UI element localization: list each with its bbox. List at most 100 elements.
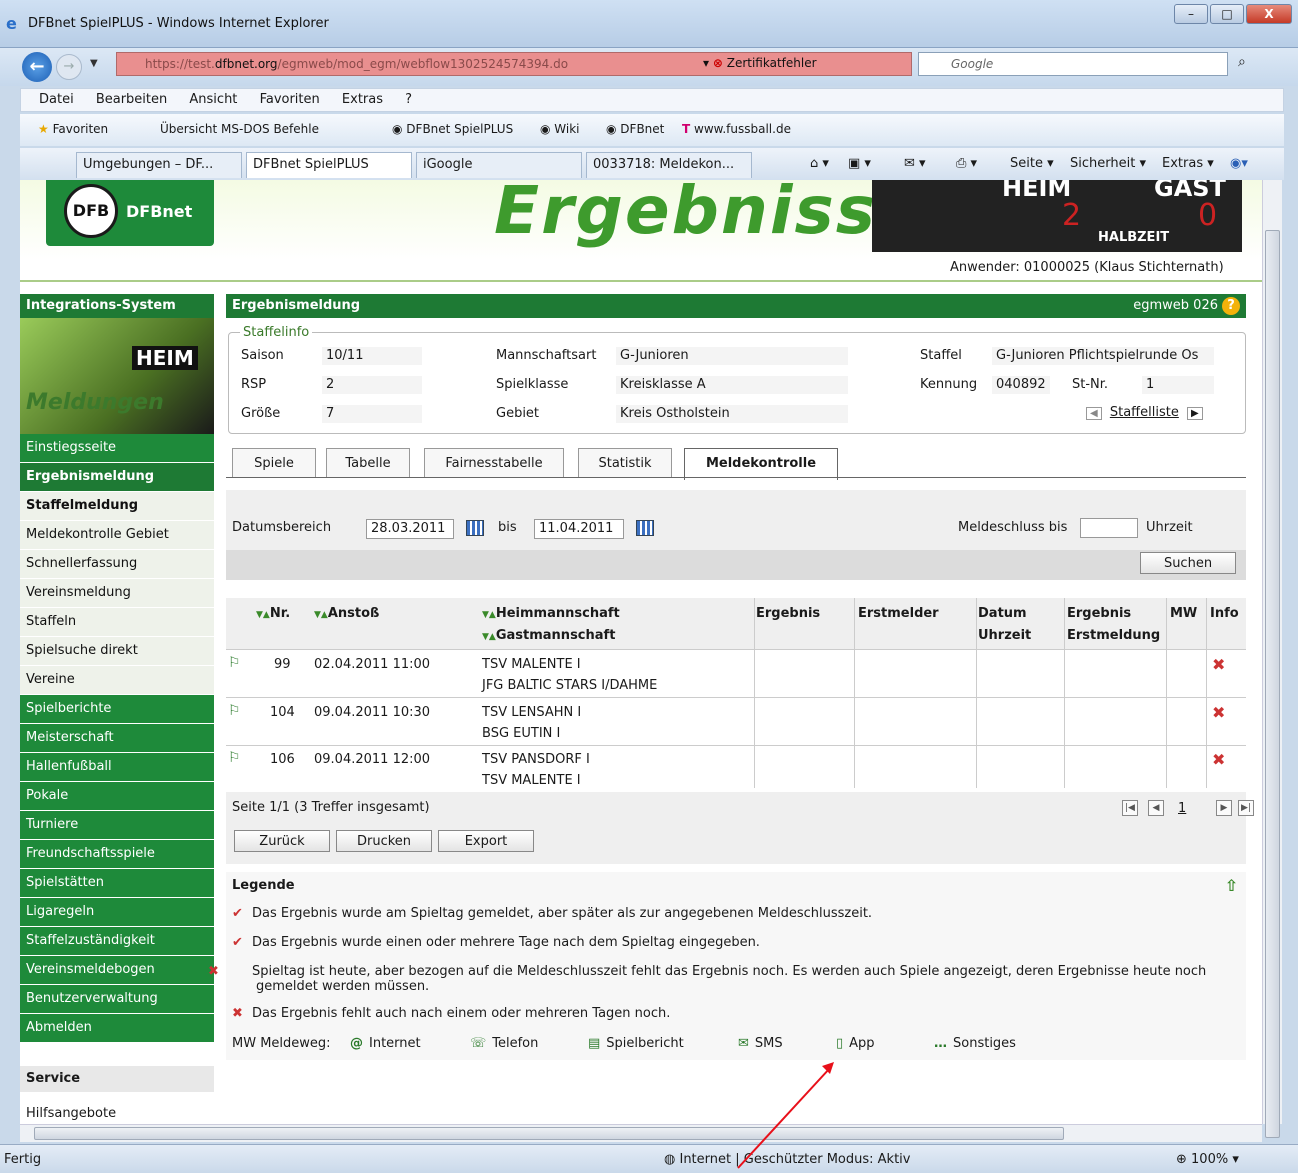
tab-meldekontrolle[interactable]: Meldekontrolle (684, 448, 838, 480)
dfbnet-logo[interactable]: DFB DFBnet (46, 180, 214, 246)
fav-dfbnet[interactable]: ◉ DFBnet (606, 122, 664, 136)
sidebar-item-spielstätten[interactable]: Spielstätten (20, 869, 214, 898)
sidebar-item-vereinsmeldebogen[interactable]: Vereinsmeldebogen (20, 956, 214, 985)
sidebar-item-turniere[interactable]: Turniere (20, 811, 214, 840)
sidebar-item-staffelzuständigkeit[interactable]: Staffelzuständigkeit (20, 927, 214, 956)
forward-arrow-icon[interactable]: → (56, 54, 82, 80)
extras-menu[interactable]: Extras ▾ (1162, 156, 1214, 171)
sidebar-item-schnellerfassung[interactable]: Schnellerfassung (20, 550, 214, 579)
page-number-link[interactable]: 1 (1178, 801, 1186, 816)
tab-tabelle[interactable]: Tabelle (326, 448, 410, 478)
sidebar-item-staffelmeldung[interactable]: Staffelmeldung (20, 492, 214, 521)
sidebar-item-freundschaftsspiele[interactable]: Freundschaftsspiele (20, 840, 214, 869)
sidebar-item-hilfsangebote[interactable]: Hilfsangebote (26, 1106, 116, 1121)
sidebar-item-meldekontrolle-gebiet[interactable]: Meldekontrolle Gebiet (20, 521, 214, 550)
tab-fairnesstabelle[interactable]: Fairnesstabelle (424, 448, 564, 478)
date-to-input[interactable]: 11.04.2011 (534, 519, 624, 539)
sidebar-item-vereinsmeldung[interactable]: Vereinsmeldung (20, 579, 214, 608)
fav-fussball[interactable]: T www.fussball.de (682, 122, 791, 136)
browser-tab-spielplus[interactable]: DFBnet SpielPLUS (246, 152, 412, 178)
table-row[interactable]: ⚐ 99 02.04.2011 11:00 TSV MALENTE I JFG … (226, 651, 1246, 698)
maximize-button[interactable]: □ (1210, 4, 1244, 24)
url-text[interactable]: https://test.dfbnet.org/egmweb/mod_egm/w… (145, 57, 568, 71)
vertical-scrollbar[interactable] (1262, 180, 1282, 1138)
fav-msdos[interactable]: Übersicht MS-DOS Befehle (160, 122, 319, 136)
search-icon[interactable]: ⌕ (1238, 54, 1246, 70)
feeds-icon[interactable]: ▣ ▾ (848, 156, 871, 171)
address-bar[interactable]: https://test.dfbnet.org/egmweb/mod_egm/w… (116, 52, 912, 76)
sidebar-item-staffeln[interactable]: Staffeln (20, 608, 214, 637)
menu-extras[interactable]: Extras (342, 92, 383, 107)
prev-page-icon[interactable]: ◀ (1148, 800, 1164, 816)
col-heim[interactable]: ▼▲Heimmannschaft (482, 606, 620, 621)
staffelliste-link[interactable]: Staffelliste (1110, 405, 1179, 420)
history-dropdown-icon[interactable]: ▼ (90, 58, 98, 69)
sidebar-item-vereine[interactable]: Vereine (20, 666, 214, 695)
spielbericht-icon[interactable]: ⚐ (228, 703, 241, 719)
next-page-icon[interactable]: ▶ (1216, 800, 1232, 816)
sidebar-item-pokale[interactable]: Pokale (20, 782, 214, 811)
sidebar-item-ligaregeln[interactable]: Ligaregeln (20, 898, 214, 927)
horizontal-scrollbar[interactable] (20, 1124, 1262, 1142)
meldeweg-spielbericht: ▤ Spielbericht (588, 1036, 684, 1051)
menu-bearbeiten[interactable]: Bearbeiten (96, 92, 167, 107)
last-page-icon[interactable]: ▶| (1238, 800, 1254, 816)
favorites-button[interactable]: ★ Favoriten (38, 122, 108, 136)
sidebar-item-abmelden[interactable]: Abmelden (20, 1014, 214, 1043)
calendar-from-icon[interactable] (466, 520, 484, 536)
next-staffel-icon[interactable]: ▶ (1186, 407, 1203, 420)
vertical-scroll-thumb[interactable] (1265, 230, 1280, 1138)
col-anstoss[interactable]: ▼▲Anstoß (314, 606, 379, 621)
menu-favoriten[interactable]: Favoriten (260, 92, 320, 107)
sidebar-item-ergebnismeldung[interactable]: Ergebnismeldung (20, 463, 214, 492)
drucken-button[interactable]: Drucken (336, 830, 432, 852)
browser-tab-igoogle[interactable]: iGoogle (416, 152, 582, 178)
menu-datei[interactable]: Datei (39, 92, 74, 107)
scroll-top-icon[interactable]: ⇧ (1225, 876, 1238, 895)
sidebar-item-einstiegsseite[interactable]: Einstiegsseite (20, 434, 214, 463)
col-nr[interactable]: ▼▲Nr. (256, 606, 290, 621)
date-from-input[interactable]: 28.03.2011 (366, 519, 454, 539)
tab-spiele[interactable]: Spiele (232, 448, 316, 478)
seite-menu[interactable]: Seite ▾ (1010, 156, 1054, 171)
certificate-error[interactable]: ▾ ⊗ Zertifikatfehler (703, 56, 817, 70)
zurueck-button[interactable]: Zurück (234, 830, 330, 852)
prev-staffel-icon[interactable]: ◀ (1086, 407, 1102, 420)
export-button[interactable]: Export (438, 830, 534, 852)
calendar-to-icon[interactable] (636, 520, 654, 536)
horizontal-scroll-thumb[interactable] (34, 1127, 1064, 1140)
security-zone[interactable]: ◍ Internet | Geschützter Modus: Aktiv (664, 1152, 910, 1167)
browser-tab-umgebungen[interactable]: Umgebungen – DF... (76, 152, 242, 178)
sort-icon: ▼▲ (314, 610, 328, 620)
sidebar-item-hallenfußball[interactable]: Hallenfußball (20, 753, 214, 782)
fav-spielplus[interactable]: ◉ DFBnet SpielPLUS (392, 122, 513, 136)
table-row[interactable]: ⚐ 104 09.04.2011 10:30 TSV LENSAHN I BSG… (226, 699, 1246, 746)
menu-help[interactable]: ? (405, 92, 412, 107)
spielbericht-icon[interactable]: ⚐ (228, 750, 241, 766)
back-arrow-icon[interactable]: ← (22, 52, 52, 82)
minimize-button[interactable]: – (1174, 4, 1208, 24)
suchen-button[interactable]: Suchen (1140, 552, 1236, 574)
close-button[interactable]: X (1246, 4, 1292, 24)
help-menu-icon[interactable]: ◉▾ (1230, 156, 1248, 171)
home-icon[interactable]: ⌂ ▾ (810, 156, 829, 171)
zoom-level[interactable]: ⊕ 100% ▾ (1176, 1152, 1239, 1167)
spielbericht-icon[interactable]: ⚐ (228, 655, 241, 671)
table-row[interactable]: ⚐ 106 09.04.2011 12:00 TSV PANSDORF I TS… (226, 746, 1246, 793)
sicherheit-menu[interactable]: Sicherheit ▾ (1070, 156, 1146, 171)
mail-icon[interactable]: ✉ ▾ (904, 156, 926, 171)
menu-ansicht[interactable]: Ansicht (189, 92, 237, 107)
sidebar-item-spielsuche-direkt[interactable]: Spielsuche direkt (20, 637, 214, 666)
help-icon[interactable]: ? (1222, 297, 1240, 315)
sidebar-item-spielberichte[interactable]: Spielberichte (20, 695, 214, 724)
search-input[interactable]: Google (918, 52, 1228, 76)
meldeschluss-input[interactable] (1080, 518, 1138, 538)
first-page-icon[interactable]: |◀ (1122, 800, 1138, 816)
tab-statistik[interactable]: Statistik (578, 448, 672, 478)
fav-wiki[interactable]: ◉ Wiki (540, 122, 580, 136)
browser-tab-meldekon[interactable]: 0033718: Meldekon... (586, 152, 752, 178)
print-icon[interactable]: ⎙ ▾ (956, 156, 977, 171)
col-gast[interactable]: ▼▲Gastmannschaft (482, 628, 615, 643)
sidebar-item-benutzerverwaltung[interactable]: Benutzerverwaltung (20, 985, 214, 1014)
sidebar-item-meisterschaft[interactable]: Meisterschaft (20, 724, 214, 753)
